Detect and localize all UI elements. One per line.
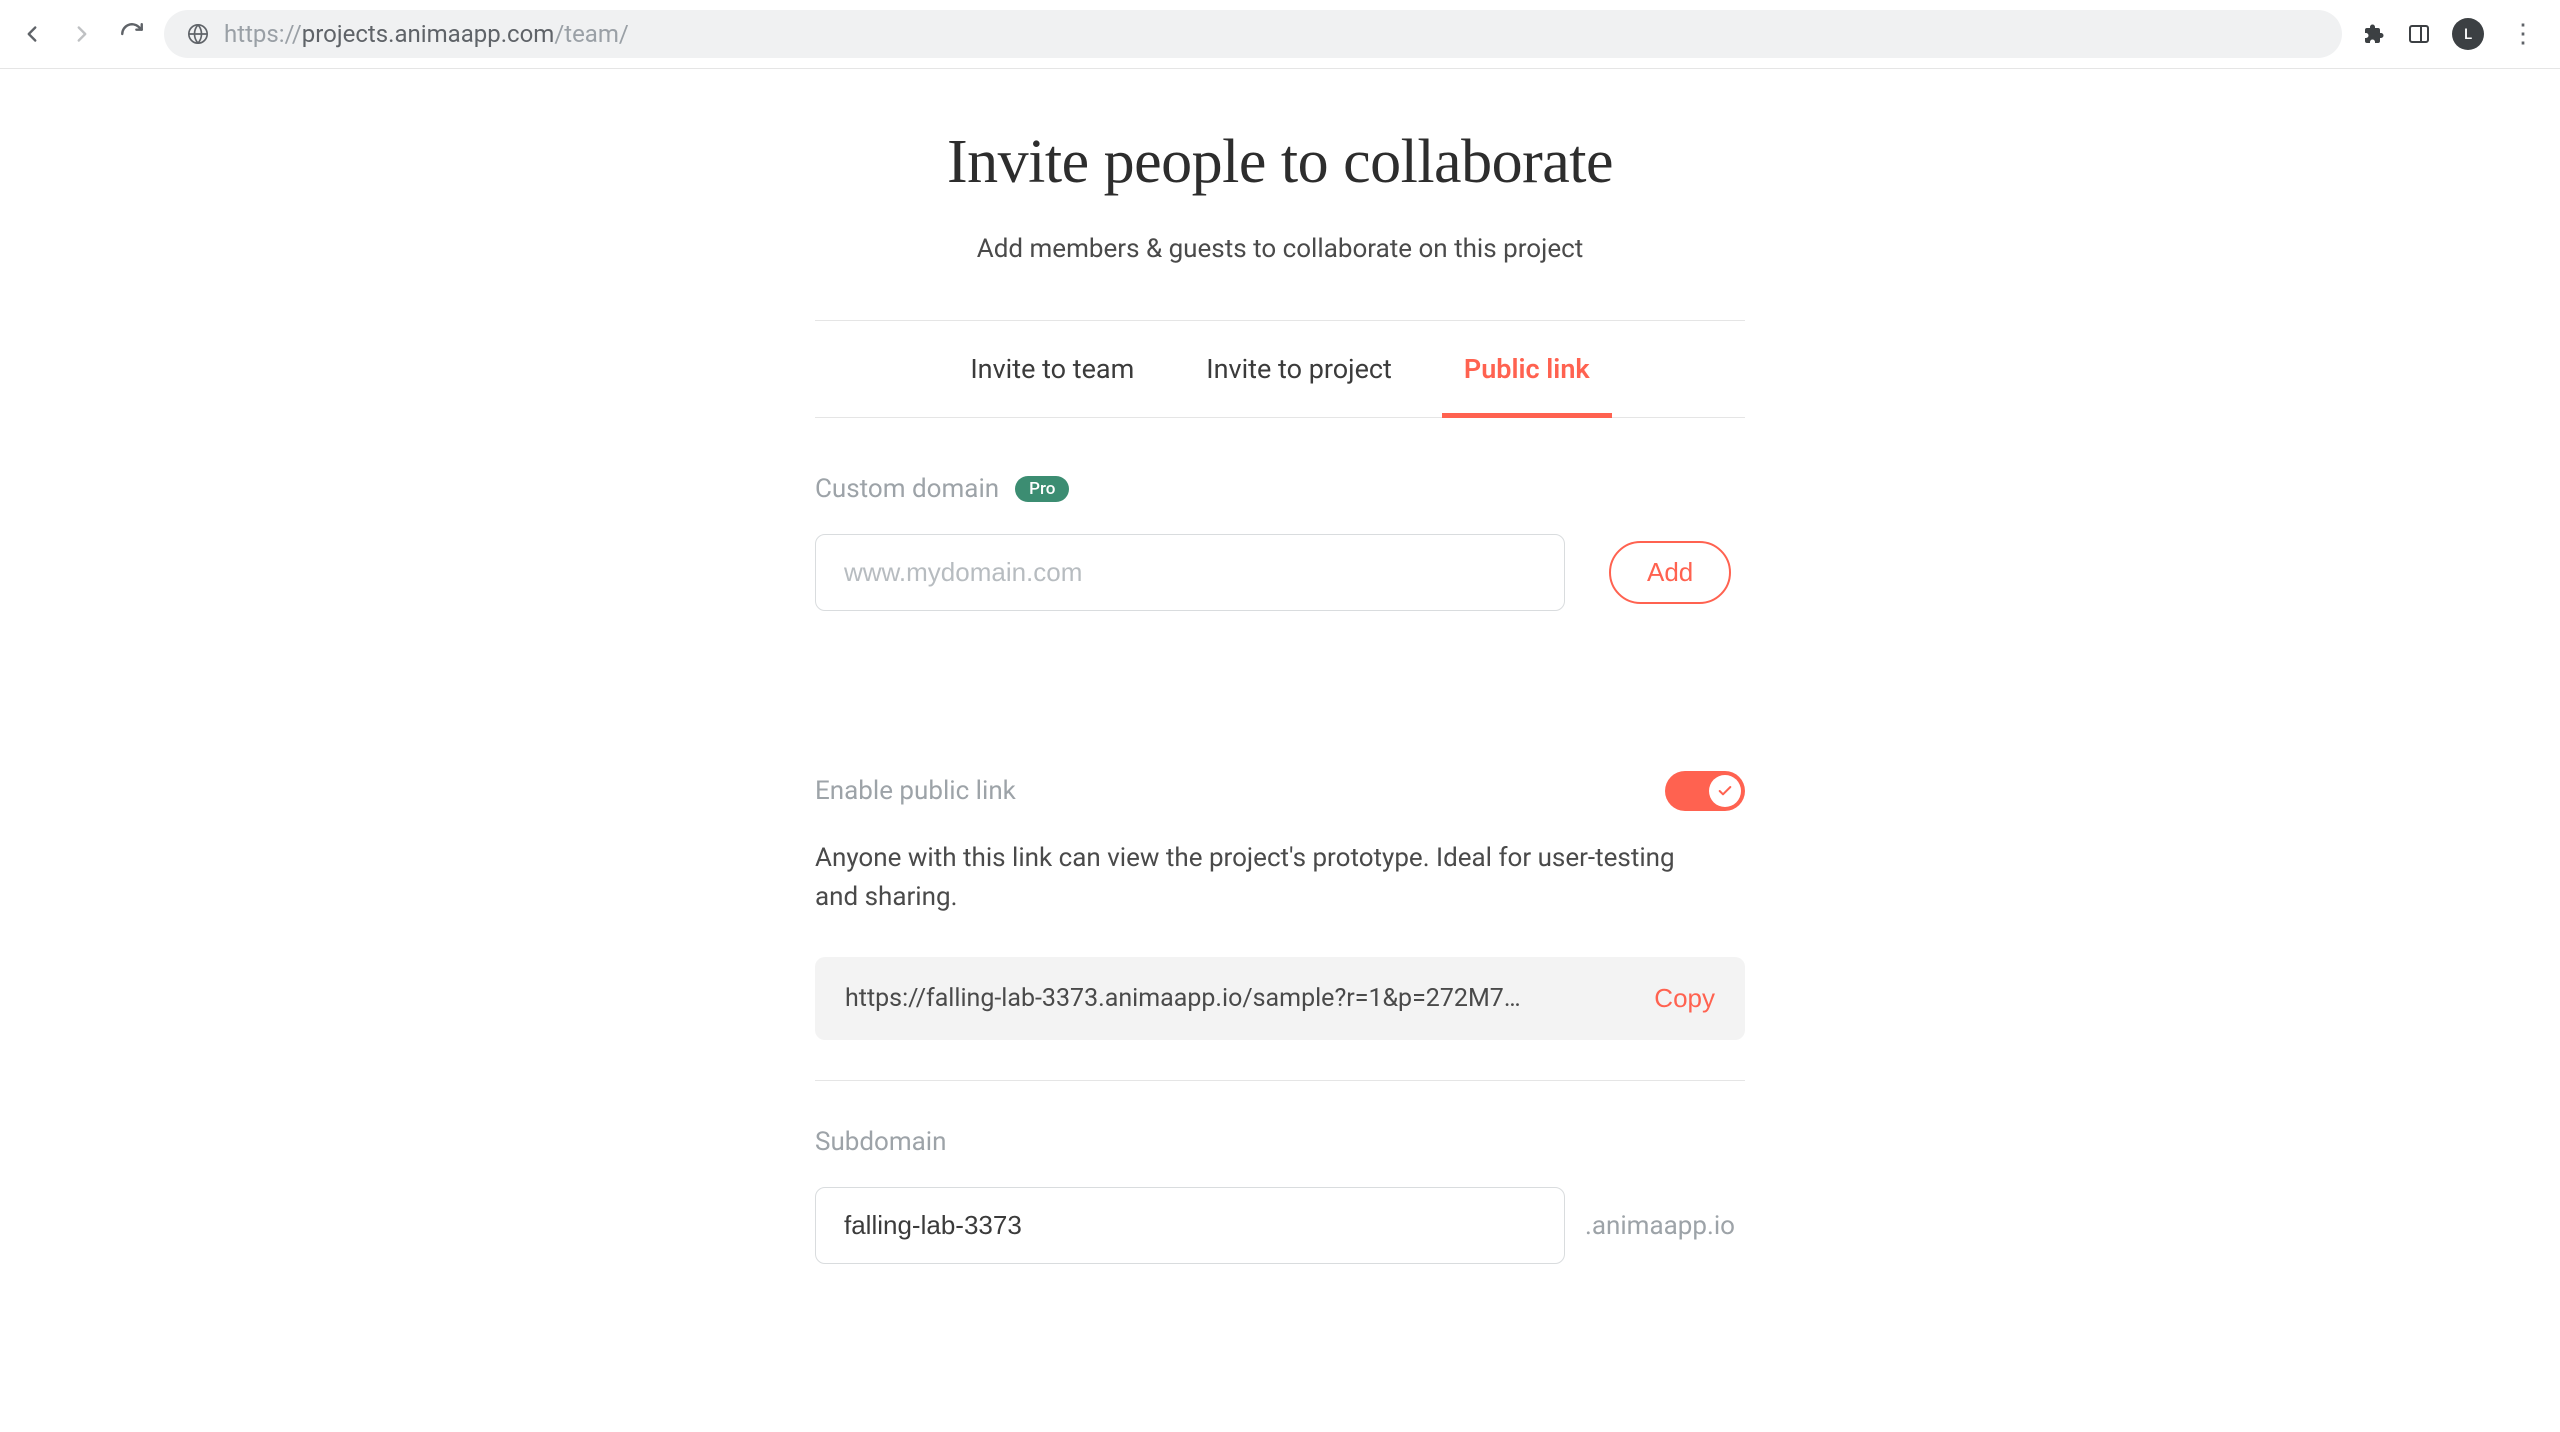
forward-button[interactable] xyxy=(68,20,96,48)
browser-chrome: https://projects.animaapp.com/team/ L ⋮ xyxy=(0,0,2560,69)
tab-invite-team[interactable]: Invite to team xyxy=(962,321,1142,417)
page-subtitle: Add members & guests to collaborate on t… xyxy=(815,234,1745,264)
toggle-knob xyxy=(1709,775,1741,807)
avatar-letter: L xyxy=(2464,25,2472,43)
add-domain-button[interactable]: Add xyxy=(1609,541,1731,604)
subdomain-suffix: .animaapp.io xyxy=(1585,1211,1735,1241)
subdomain-label: Subdomain xyxy=(815,1127,1745,1157)
public-link-box: https://falling-lab-3373.animaapp.io/sam… xyxy=(815,957,1745,1040)
copy-button[interactable]: Copy xyxy=(1654,983,1715,1014)
browser-right-icons: L ⋮ xyxy=(2360,18,2542,50)
url-text: https://projects.animaapp.com/team/ xyxy=(224,20,629,48)
public-link-url: https://falling-lab-3373.animaapp.io/sam… xyxy=(845,984,1634,1013)
address-bar[interactable]: https://projects.animaapp.com/team/ xyxy=(164,10,2342,58)
custom-domain-row: Add xyxy=(815,534,1745,611)
subdomain-label-text: Subdomain xyxy=(815,1127,947,1157)
tabs: Invite to team Invite to project Public … xyxy=(815,320,1745,418)
enable-public-link-label: Enable public link xyxy=(815,776,1016,806)
pro-badge: Pro xyxy=(1015,476,1069,502)
extensions-icon[interactable] xyxy=(2360,21,2386,47)
page-title: Invite people to collaborate xyxy=(815,127,1745,198)
subdomain-row: .animaapp.io xyxy=(815,1187,1745,1264)
nav-controls xyxy=(18,20,146,48)
profile-avatar[interactable]: L xyxy=(2452,18,2484,50)
globe-icon xyxy=(186,22,210,46)
page: Invite people to collaborate Add members… xyxy=(0,69,2560,1304)
divider xyxy=(815,1080,1745,1081)
custom-domain-label: Custom domain Pro xyxy=(815,474,1745,504)
public-link-description: Anyone with this link can view the proje… xyxy=(815,839,1685,917)
custom-domain-text: Custom domain xyxy=(815,474,999,504)
container: Invite people to collaborate Add members… xyxy=(815,127,1745,1304)
subdomain-input[interactable] xyxy=(815,1187,1565,1264)
tab-public-link[interactable]: Public link xyxy=(1456,321,1598,417)
tab-invite-project[interactable]: Invite to project xyxy=(1198,321,1400,417)
custom-domain-input[interactable] xyxy=(815,534,1565,611)
reload-button[interactable] xyxy=(118,20,146,48)
panel-icon[interactable] xyxy=(2406,21,2432,47)
enable-public-link-row: Enable public link xyxy=(815,771,1745,811)
public-link-toggle[interactable] xyxy=(1665,771,1745,811)
browser-menu-icon[interactable]: ⋮ xyxy=(2504,19,2542,49)
back-button[interactable] xyxy=(18,20,46,48)
